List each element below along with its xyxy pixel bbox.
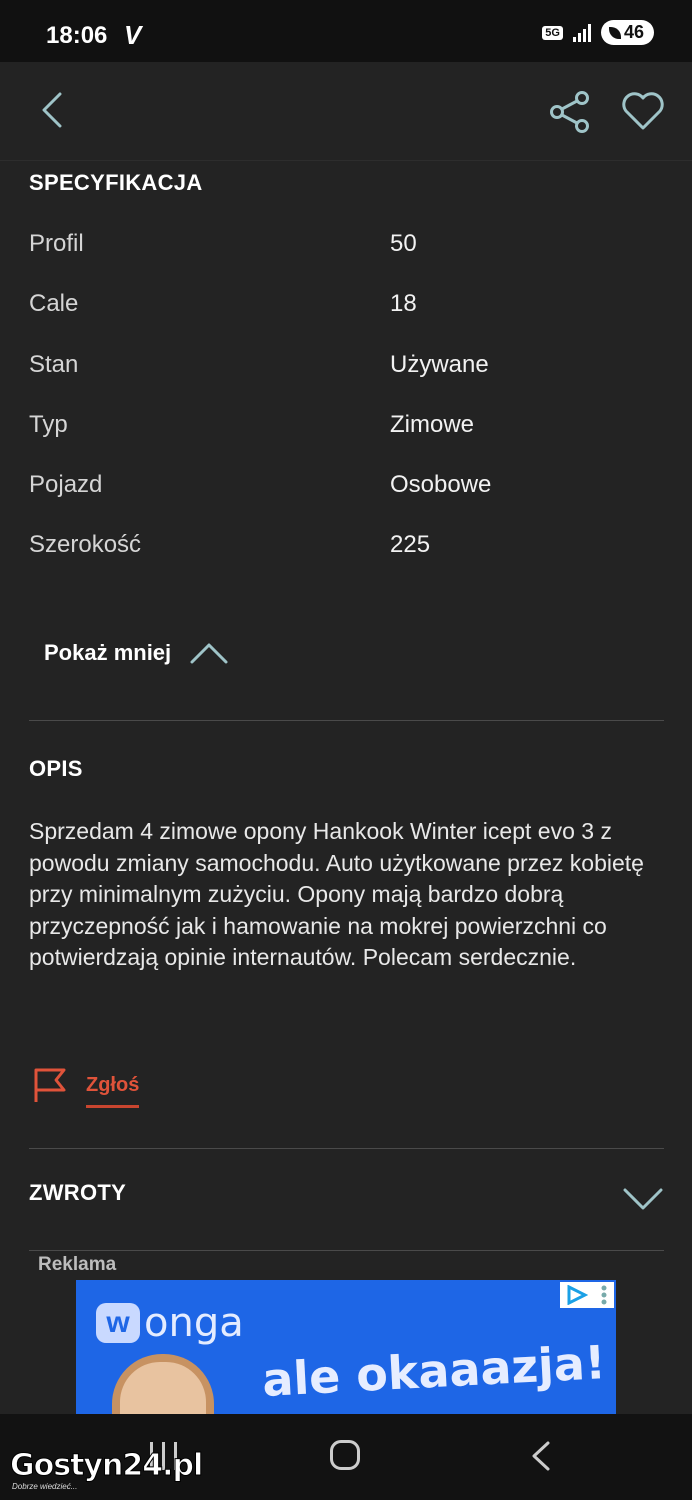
ad-choices-icon[interactable] [560, 1282, 614, 1308]
ad-label: Reklama [38, 1254, 117, 1275]
watermark-tagline: Dobrze wiedzieć... [12, 1482, 78, 1491]
more-vertical-icon [601, 1285, 606, 1305]
spec-value: Osobowe [390, 471, 492, 498]
ad-brand-text: onga [144, 1300, 244, 1346]
spec-row: Typ Zimowe [29, 411, 669, 451]
spec-row: Stan Używane [29, 351, 669, 391]
show-less-label: Pokaż mniej [44, 640, 172, 665]
back-arrow-icon[interactable] [34, 90, 74, 130]
signal-icon [572, 23, 591, 42]
description-text: Sprzedam 4 zimowe opony Hankook Winter i… [29, 818, 644, 970]
report-label: Zgłoś [86, 1074, 140, 1108]
report-button[interactable]: Zgłoś [32, 1062, 140, 1108]
divider [29, 720, 664, 721]
home-button[interactable] [330, 1440, 360, 1470]
spec-label: Cale [29, 290, 79, 317]
spec-label: Typ [29, 411, 68, 438]
share-icon[interactable] [548, 90, 592, 134]
ad-logo: w onga [96, 1300, 244, 1346]
heart-icon[interactable] [620, 90, 666, 132]
network-badge: 5G [542, 25, 563, 40]
ad-headline: ale okaaazja! [260, 1335, 608, 1407]
spec-value: Zimowe [390, 411, 475, 438]
spec-row: Profil 50 [29, 230, 669, 270]
app-bar [0, 62, 692, 161]
returns-section-title[interactable]: ZWROTY [29, 1180, 126, 1206]
spec-label: Stan [29, 351, 79, 378]
spec-label: Profil [29, 230, 84, 257]
power-saving-icon [608, 26, 621, 39]
ad-banner[interactable]: w onga ale okaaazja! [76, 1280, 616, 1414]
status-indicators: 5G 46 [542, 20, 654, 45]
spec-value: 225 [390, 531, 431, 558]
battery-level: 46 [623, 22, 644, 42]
divider [29, 1148, 664, 1149]
spec-row: Pojazd Osobowe [29, 471, 669, 511]
flag-icon [34, 1068, 66, 1102]
spec-label: Pojazd [29, 471, 103, 498]
spec-value: 18 [390, 290, 417, 317]
spec-label: Szerokość [29, 531, 142, 558]
status-bar: 18:06 V 5G 46 [0, 0, 692, 62]
chevron-up-icon [190, 643, 228, 664]
play-icon [567, 1285, 588, 1305]
spec-section-title: SPECYFIKACJA [29, 170, 203, 195]
ad-logo-mark: w [96, 1303, 140, 1343]
description-section-title: OPIS [29, 756, 83, 781]
watermark-logo: Gostyn24.pl [9, 1448, 203, 1484]
spec-row: Cale 18 [29, 290, 669, 330]
carrier-icon: V [124, 20, 142, 50]
system-back-icon[interactable] [528, 1440, 554, 1472]
spec-value: 50 [390, 230, 417, 257]
chevron-down-icon[interactable] [622, 1184, 664, 1214]
spec-value: Używane [390, 351, 489, 378]
battery-indicator: 46 [600, 20, 654, 45]
show-less-button[interactable]: Pokaż mniej [44, 640, 229, 666]
spec-row: Szerokość 225 [29, 531, 669, 571]
divider [29, 1250, 664, 1251]
status-time: 18:06 [46, 22, 108, 49]
